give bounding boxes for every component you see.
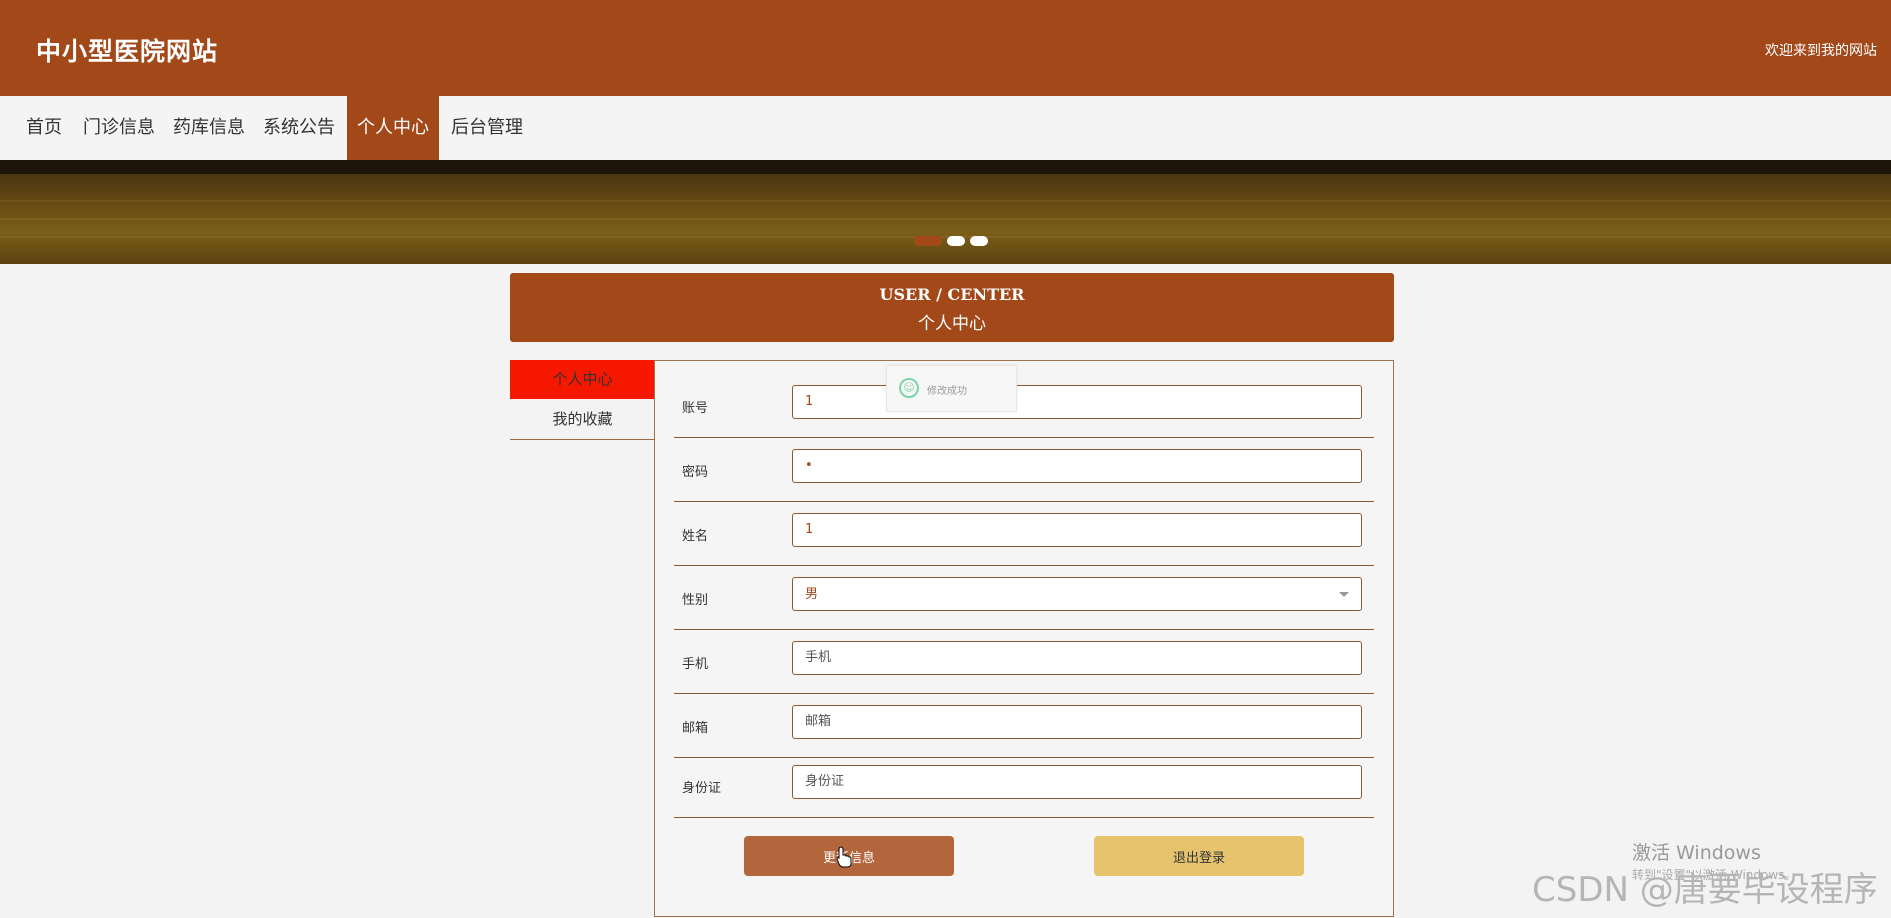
nav-item-pharmacy[interactable]: 药库信息 — [163, 96, 255, 160]
user-center-title-en: USER / CENTER — [879, 285, 1025, 304]
form-row-phone: 手机 — [674, 629, 1374, 694]
gender-label: 性别 — [682, 593, 709, 608]
password-input[interactable] — [792, 449, 1362, 483]
gender-selected-value: 男 — [805, 587, 819, 602]
smile-icon: ☺ — [899, 378, 919, 398]
user-center-title-cn: 个人中心 — [918, 314, 986, 334]
banner-carousel — [0, 160, 1891, 264]
nav-item-home[interactable]: 首页 — [16, 96, 72, 160]
toast-message: 修改成功 — [927, 386, 967, 397]
email-label: 邮箱 — [682, 721, 709, 736]
user-center-header: USER / CENTER 个人中心 — [510, 273, 1394, 342]
carousel-dot-2[interactable] — [947, 236, 965, 246]
site-title[interactable]: 中小型医院网站 — [36, 32, 218, 68]
main-nav: 首页 门诊信息 药库信息 系统公告 个人中心 后台管理 — [0, 96, 1891, 160]
email-input[interactable] — [792, 705, 1362, 739]
carousel-dot-1[interactable] — [914, 236, 942, 246]
form-row-name: 姓名 — [674, 501, 1374, 566]
account-input[interactable] — [792, 385, 1362, 419]
site-header: 中小型医院网站 欢迎来到我的网站 — [0, 0, 1891, 96]
id-card-label: 身份证 — [682, 781, 722, 796]
windows-activate-text: 激活 Windows — [1632, 842, 1761, 864]
form-row-account: 账号 — [674, 373, 1374, 438]
hand-cursor-icon — [836, 846, 852, 868]
sidebar-item-favorites[interactable]: 我的收藏 — [510, 400, 655, 440]
logout-button[interactable]: 退出登录 — [1094, 836, 1304, 876]
name-label: 姓名 — [682, 529, 709, 544]
success-toast: ☺ 修改成功 — [886, 365, 1017, 412]
nav-item-announcements[interactable]: 系统公告 — [253, 96, 345, 160]
phone-label: 手机 — [682, 657, 709, 672]
password-label: 密码 — [682, 465, 709, 480]
csdn-watermark: CSDN @唐要毕设程序 — [1532, 870, 1878, 910]
sidebar-item-user-center[interactable]: 个人中心 — [510, 360, 655, 399]
phone-input[interactable] — [792, 641, 1362, 675]
welcome-text: 欢迎来到我的网站 — [1765, 43, 1877, 59]
form-row-id-card: 身份证 — [674, 753, 1374, 818]
name-input[interactable] — [792, 513, 1362, 547]
form-row-email: 邮箱 — [674, 693, 1374, 758]
nav-item-clinic[interactable]: 门诊信息 — [73, 96, 165, 160]
chevron-down-icon — [1339, 592, 1349, 597]
carousel-dot-3[interactable] — [970, 236, 988, 246]
nav-item-admin[interactable]: 后台管理 — [441, 96, 533, 160]
account-label: 账号 — [682, 401, 709, 416]
gender-select[interactable]: 男 — [792, 577, 1362, 611]
form-row-password: 密码 — [674, 437, 1374, 502]
id-card-input[interactable] — [792, 765, 1362, 799]
form-row-gender: 性别 男 — [674, 565, 1374, 630]
nav-item-user-center[interactable]: 个人中心 — [347, 96, 439, 160]
